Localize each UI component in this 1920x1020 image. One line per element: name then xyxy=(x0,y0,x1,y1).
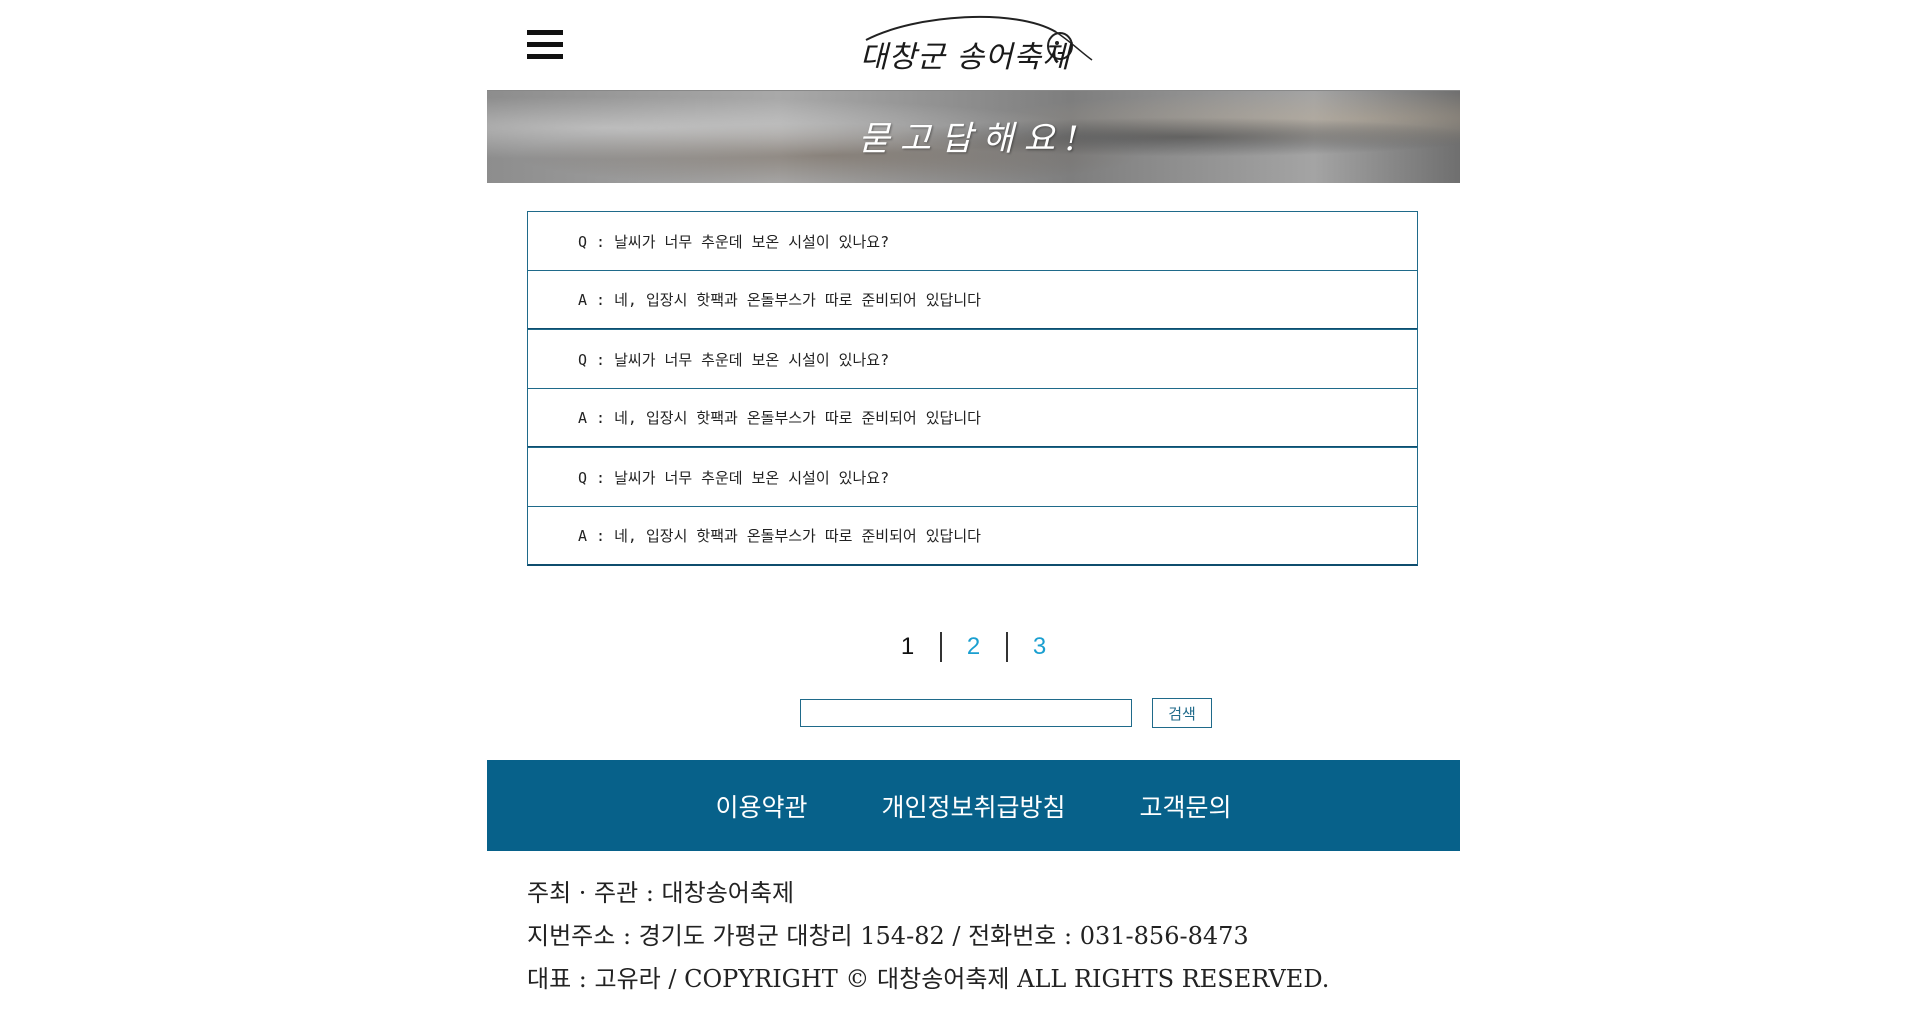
footer-link-contact[interactable]: 고객문의 xyxy=(1140,788,1232,824)
banner-title: 묻고답해요! xyxy=(858,119,1089,159)
page-link-1[interactable]: 1 xyxy=(876,633,940,661)
pagination: 1 2 3 xyxy=(487,632,1460,662)
footer-link-terms[interactable]: 이용약관 xyxy=(715,788,807,824)
faq-answer: A : 네, 입장시 핫팩과 온돌부스가 따로 준비되어 있답니다 xyxy=(527,388,1418,448)
page-container: 대창군 송어축제 묻고답해요! Q : 날씨가 너무 추운데 보온 시설이 있나… xyxy=(487,0,1460,1020)
page-link-3[interactable]: 3 xyxy=(1008,633,1072,661)
site-logo[interactable]: 대창군 송어축제 xyxy=(856,12,1096,78)
search-button[interactable]: 검색 xyxy=(1152,698,1212,728)
faq-answer: A : 네, 입장시 핫팩과 온돌부스가 따로 준비되어 있답니다 xyxy=(527,506,1418,566)
faq-list: Q : 날씨가 너무 추운데 보온 시설이 있나요? A : 네, 입장시 핫팩… xyxy=(527,211,1418,566)
page-banner: 묻고답해요! xyxy=(487,91,1460,183)
footer-info: 주최 · 주관 : 대창송어축제 지번주소 : 경기도 가평군 대창리 154-… xyxy=(527,872,1329,1001)
faq-question[interactable]: Q : 날씨가 너무 추운데 보온 시설이 있나요? xyxy=(527,329,1418,389)
footer-nav: 이용약관 개인정보취급방침 고객문의 xyxy=(487,760,1460,851)
footer-organizer: 주최 · 주관 : 대창송어축제 xyxy=(527,879,795,907)
footer-address: 지번주소 : 경기도 가평군 대창리 154-82 / 전화번호 : 031-8… xyxy=(527,922,1249,950)
hamburger-menu-icon[interactable] xyxy=(527,30,563,60)
footer-link-privacy[interactable]: 개인정보취급방침 xyxy=(881,788,1065,824)
faq-question[interactable]: Q : 날씨가 너무 추운데 보온 시설이 있나요? xyxy=(527,211,1418,271)
search-bar: 검색 xyxy=(800,698,1212,728)
logo-text: 대창군 송어축제 xyxy=(860,40,1071,75)
search-input[interactable] xyxy=(800,699,1132,727)
footer-copyright: 대표 : 고유라 / COPYRIGHT © 대창송어축제 ALL RIGHTS… xyxy=(527,965,1330,993)
faq-question[interactable]: Q : 날씨가 너무 추운데 보온 시설이 있나요? xyxy=(527,447,1418,507)
page-link-2[interactable]: 2 xyxy=(942,633,1006,661)
site-header: 대창군 송어축제 xyxy=(487,0,1460,91)
faq-answer: A : 네, 입장시 핫팩과 온돌부스가 따로 준비되어 있답니다 xyxy=(527,270,1418,330)
